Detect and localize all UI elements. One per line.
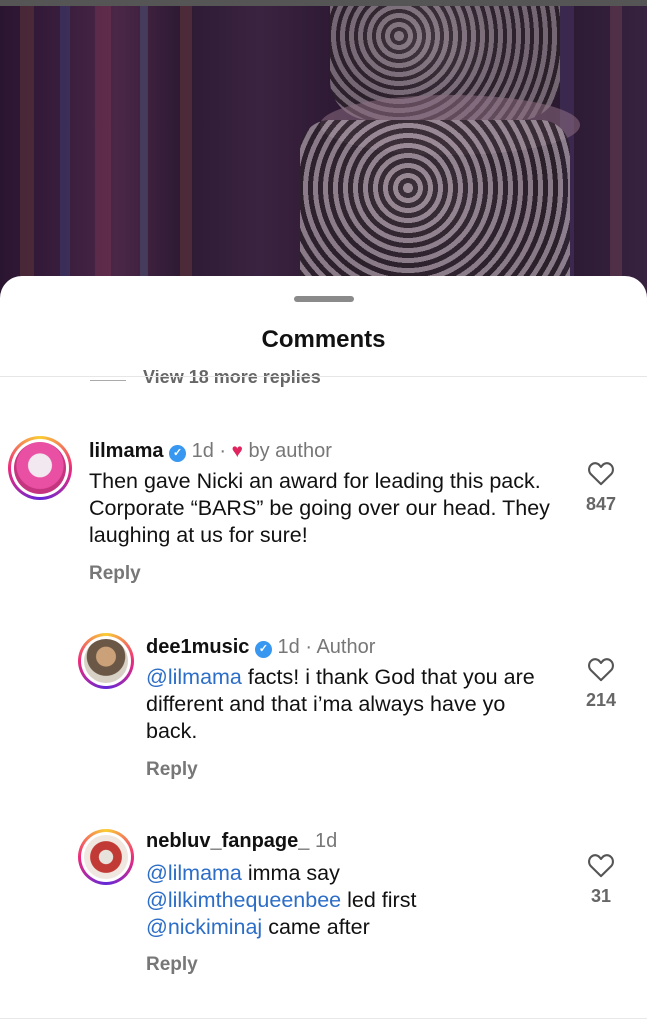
- comment-meta: dee1music ✓ 1d · Author: [146, 636, 375, 659]
- comment-text: Then gave Nicki an award for leading thi…: [89, 469, 550, 547]
- heart-outline-icon: [588, 854, 614, 878]
- author-heart-icon: ♥: [231, 441, 243, 462]
- avatar[interactable]: [78, 829, 134, 885]
- verified-badge-icon: ✓: [254, 641, 272, 658]
- replies-line: [90, 380, 126, 381]
- reply-button[interactable]: Reply: [146, 954, 198, 976]
- comment-text: @lilmama imma say @lilkimthequeenbee led…: [146, 861, 417, 939]
- username[interactable]: lilmama: [89, 440, 163, 462]
- view-more-replies-label: View 18 more replies: [143, 370, 321, 387]
- like-count: 31: [590, 886, 612, 906]
- mention-link[interactable]: @lilmama: [146, 665, 242, 689]
- sheet-title: Comments: [261, 326, 386, 353]
- like-button[interactable]: 214: [571, 656, 631, 711]
- comment-meta: nebluv_fanpage_ 1d: [146, 830, 337, 853]
- mention-link[interactable]: @lilmama: [146, 861, 242, 885]
- bottom-divider: [0, 1018, 647, 1019]
- comment-meta: lilmama ✓ 1d · ♥ by author: [89, 440, 332, 463]
- comment-item: nebluv_fanpage_ 1d @lilmama imma say @li…: [0, 822, 647, 992]
- video-background: [0, 0, 647, 300]
- comment-time: 1d: [314, 830, 338, 852]
- view-more-replies[interactable]: View 18 more replies: [90, 370, 490, 390]
- status-strip: [0, 0, 647, 6]
- mention-link[interactable]: @lilkimthequeenbee: [146, 888, 341, 912]
- reply-button[interactable]: Reply: [89, 563, 141, 585]
- mention-link[interactable]: @nickiminaj: [146, 915, 262, 939]
- comment-text: @lilmama facts! i thank God that you are…: [146, 665, 535, 743]
- author-badge: by author: [248, 440, 332, 462]
- author-badge: Author: [316, 636, 376, 658]
- comment-item: dee1music ✓ 1d · Author @lilmama facts! …: [0, 626, 647, 786]
- username[interactable]: nebluv_fanpage_: [146, 830, 309, 852]
- like-count: 847: [585, 494, 617, 514]
- header-divider: [0, 376, 647, 377]
- heart-outline-icon: [588, 658, 614, 682]
- comment-time: 1d: [277, 636, 300, 658]
- like-button[interactable]: 847: [571, 460, 631, 515]
- username[interactable]: dee1music: [146, 636, 249, 658]
- comment-time: 1d: [191, 440, 214, 462]
- separator: ·: [305, 636, 312, 658]
- separator: ·: [219, 440, 227, 462]
- avatar[interactable]: [78, 633, 134, 689]
- verified-badge-icon: ✓: [169, 445, 187, 462]
- like-button[interactable]: 31: [571, 852, 631, 907]
- avatar[interactable]: [8, 436, 72, 500]
- heart-outline-icon: [588, 462, 614, 486]
- comment-item: lilmama ✓ 1d · ♥ by author Then gave Nic…: [0, 430, 647, 590]
- like-count: 214: [585, 690, 617, 710]
- drag-handle[interactable]: [294, 296, 354, 302]
- reply-button[interactable]: Reply: [146, 759, 198, 781]
